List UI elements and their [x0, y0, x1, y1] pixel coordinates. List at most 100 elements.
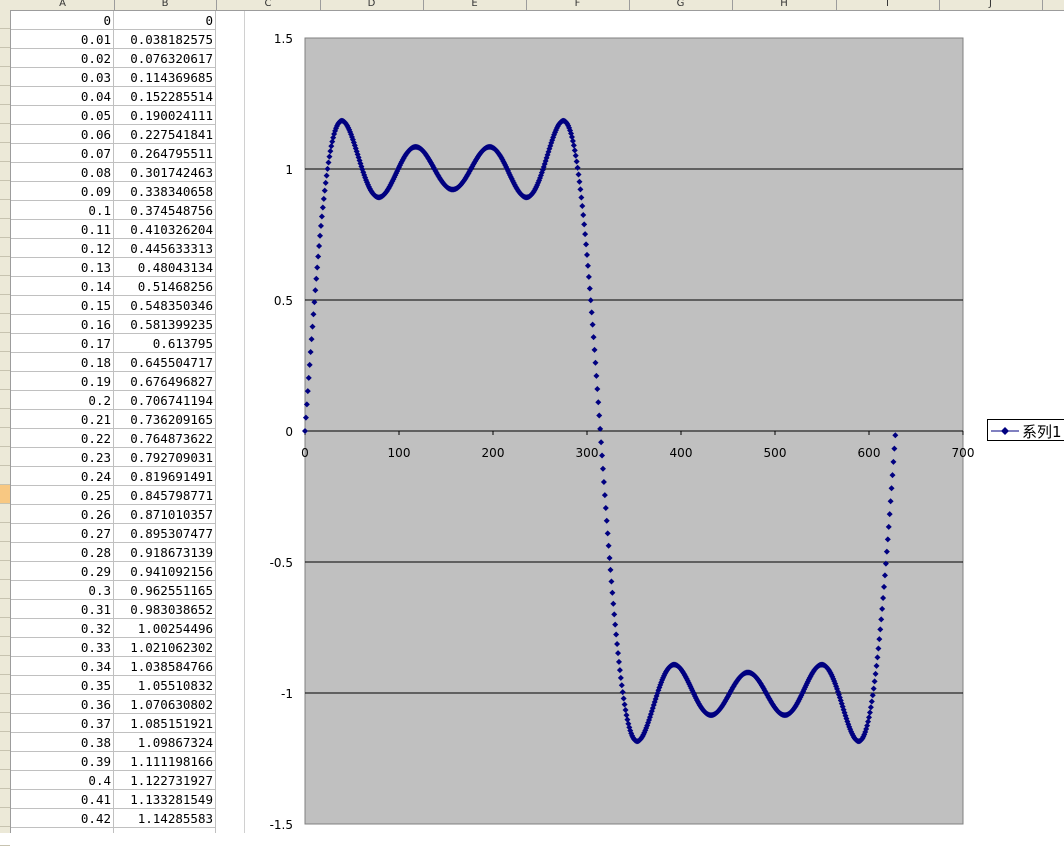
- cell-b[interactable]: 1.122731927: [114, 771, 216, 790]
- row-header[interactable]: [0, 219, 10, 238]
- chart-legend[interactable]: 系列1: [987, 419, 1064, 441]
- cell-b[interactable]: 1.00254496: [114, 619, 216, 638]
- cell-b[interactable]: 1.133281549: [114, 790, 216, 809]
- cell-b[interactable]: 1.038584766: [114, 657, 216, 676]
- cell-b[interactable]: 0.410326204: [114, 220, 216, 239]
- cell-b[interactable]: 0.845798771: [114, 486, 216, 505]
- row-header[interactable]: [0, 257, 10, 276]
- cell-a[interactable]: 0.34: [11, 657, 114, 676]
- cell-b[interactable]: 0.706741194: [114, 391, 216, 410]
- row-header[interactable]: [0, 751, 10, 770]
- cell-a[interactable]: 0.25: [11, 486, 114, 505]
- cell-b[interactable]: 1.111198166: [114, 752, 216, 771]
- cell-a[interactable]: 0.3: [11, 581, 114, 600]
- cell-b[interactable]: 0.152285514: [114, 87, 216, 106]
- cell-a[interactable]: 0.31: [11, 600, 114, 619]
- column-header-f[interactable]: F: [526, 0, 630, 10]
- cell-b[interactable]: 0.338340658: [114, 182, 216, 201]
- row-header[interactable]: [0, 694, 10, 713]
- column-header-g[interactable]: G: [629, 0, 733, 10]
- cell-b[interactable]: 0.581399235: [114, 315, 216, 334]
- cell-b[interactable]: 0.548350346: [114, 296, 216, 315]
- cell-b[interactable]: 0.076320617: [114, 49, 216, 68]
- row-header[interactable]: [0, 637, 10, 656]
- row-header[interactable]: [0, 713, 10, 732]
- row-header[interactable]: [0, 67, 10, 86]
- cell-b[interactable]: 0.264795511: [114, 144, 216, 163]
- row-header[interactable]: [0, 523, 10, 542]
- cell-b[interactable]: 0.962551165: [114, 581, 216, 600]
- row-header[interactable]: [0, 580, 10, 599]
- row-header[interactable]: [0, 808, 10, 827]
- cell-b[interactable]: 0.676496827: [114, 372, 216, 391]
- cell-b[interactable]: 1.09867324: [114, 733, 216, 752]
- cell-b[interactable]: 0.764873622: [114, 429, 216, 448]
- row-header[interactable]: [0, 599, 10, 618]
- cell-a[interactable]: 0.23: [11, 448, 114, 467]
- cell-a[interactable]: 0.04: [11, 87, 114, 106]
- cell-b[interactable]: 0.736209165: [114, 410, 216, 429]
- cell-b[interactable]: 0.819691491: [114, 467, 216, 486]
- row-header[interactable]: [0, 238, 10, 257]
- column-header-i[interactable]: I: [836, 0, 940, 10]
- row-header[interactable]: [0, 466, 10, 485]
- row-header[interactable]: [0, 656, 10, 675]
- cell-b[interactable]: 0.038182575: [114, 30, 216, 49]
- cell-a[interactable]: 0.39: [11, 752, 114, 771]
- cell-a[interactable]: 0.4: [11, 771, 114, 790]
- row-header[interactable]: [0, 162, 10, 181]
- row-header[interactable]: [0, 371, 10, 390]
- row-header[interactable]: [0, 827, 10, 846]
- row-header[interactable]: [0, 48, 10, 67]
- cell-b[interactable]: 0.374548756: [114, 201, 216, 220]
- cell-grid[interactable]: 0 0 0.01 0.038182575 0.02 0.076320617 0.03 0.11…: [11, 11, 216, 833]
- row-header[interactable]: [0, 352, 10, 371]
- cell-b[interactable]: 0.792709031: [114, 448, 216, 467]
- cell-a[interactable]: 0.14: [11, 277, 114, 296]
- cell-a[interactable]: 0.1: [11, 201, 114, 220]
- cell-b[interactable]: 0.895307477: [114, 524, 216, 543]
- cell-b[interactable]: 0.227541841: [114, 125, 216, 144]
- row-header[interactable]: [0, 29, 10, 48]
- cell-a[interactable]: 0.29: [11, 562, 114, 581]
- row-header[interactable]: [0, 789, 10, 808]
- row-header[interactable]: [0, 409, 10, 428]
- cell-a[interactable]: 0.19: [11, 372, 114, 391]
- cell-a[interactable]: 0.42: [11, 809, 114, 828]
- cell-a[interactable]: 0.06: [11, 125, 114, 144]
- cell-b[interactable]: 0.613795: [114, 334, 216, 353]
- row-header[interactable]: [0, 428, 10, 447]
- row-header[interactable]: [0, 276, 10, 295]
- column-header-a[interactable]: A: [11, 0, 115, 10]
- cell-a[interactable]: 0.43: [11, 828, 114, 833]
- cell-a[interactable]: 0.11: [11, 220, 114, 239]
- cell-a[interactable]: 0.05: [11, 106, 114, 125]
- row-header[interactable]: [0, 314, 10, 333]
- cell-b[interactable]: 0.918673139: [114, 543, 216, 562]
- row-header[interactable]: [0, 561, 10, 580]
- column-header-b[interactable]: B: [114, 0, 217, 10]
- cell-a[interactable]: 0.38: [11, 733, 114, 752]
- cell-a[interactable]: 0.24: [11, 467, 114, 486]
- cell-b[interactable]: 0.301742463: [114, 163, 216, 182]
- cell-a[interactable]: 0.17: [11, 334, 114, 353]
- cell-b[interactable]: 1.05510832: [114, 676, 216, 695]
- row-header[interactable]: [0, 447, 10, 466]
- row-header[interactable]: [0, 542, 10, 561]
- row-header[interactable]: [0, 770, 10, 789]
- row-header[interactable]: [0, 390, 10, 409]
- cell-b[interactable]: 0.941092156: [114, 562, 216, 581]
- row-header[interactable]: [0, 143, 10, 162]
- row-header[interactable]: [0, 504, 10, 523]
- cell-a[interactable]: 0.35: [11, 676, 114, 695]
- column-header-c[interactable]: C: [216, 0, 321, 10]
- cell-a[interactable]: 0.26: [11, 505, 114, 524]
- cell-b[interactable]: 0.983038652: [114, 600, 216, 619]
- cell-a[interactable]: 0.02: [11, 49, 114, 68]
- cell-a[interactable]: 0.08: [11, 163, 114, 182]
- cell-a[interactable]: 0: [11, 11, 114, 30]
- column-header-j[interactable]: J: [939, 0, 1043, 10]
- cell-a[interactable]: 0.37: [11, 714, 114, 733]
- cell-a[interactable]: 0.13: [11, 258, 114, 277]
- row-header[interactable]: [0, 618, 10, 637]
